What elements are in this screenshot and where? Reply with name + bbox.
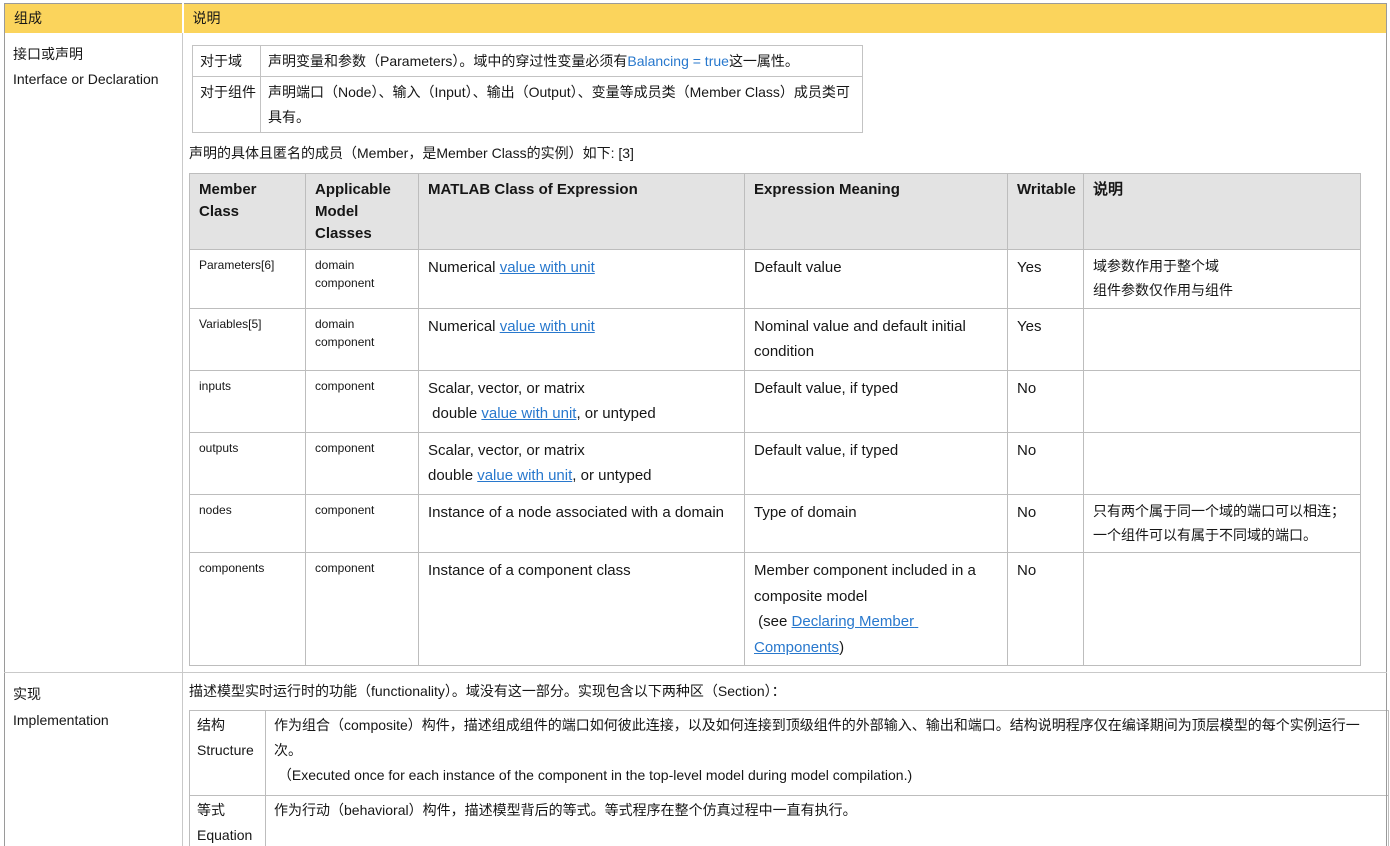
cell-note: [1083, 307, 1361, 371]
section-label-en: Equation: [197, 826, 253, 843]
cell-member-class: inputs: [189, 369, 306, 433]
section-text-equation: 作为行动（behavioral）构件，描述模型背后的等式。等式程序在整个仿真过程…: [265, 795, 1389, 846]
cell-applicable: component: [305, 369, 419, 433]
matlab-text-post: , or untyped: [572, 467, 652, 485]
col-header-member-class: Member Class: [189, 172, 306, 251]
col-header-expression-meaning: Expression Meaning: [744, 172, 1008, 251]
interface-content-cell: 对于域 声明变量和参数（Parameters）。域中的穿过性变量必须有Balan…: [183, 33, 1387, 673]
cell-member-class: Variables[5]: [189, 307, 306, 371]
cell-writable: No: [1007, 369, 1084, 433]
cell-expression-meaning: Default value, if typed: [744, 369, 1008, 433]
cell-member-class: components: [189, 552, 306, 667]
member-row-nodes: nodes component Instance of a node assoc…: [189, 493, 1361, 554]
cell-member-class: nodes: [189, 493, 306, 554]
cell-note: 只有两个属于同一个域的端口可以相连； 一个组件可以有属于不同域的端口。: [1083, 493, 1361, 554]
cell-member-class: Parameters[6]: [189, 249, 306, 309]
interface-row-title: 接口或声明 Interface or Declaration: [4, 32, 183, 673]
member-row-components: components component Instance of a compo…: [189, 552, 1361, 667]
section-row-equation: 等式 Equation 作为行动（behavioral）构件，描述模型背后的等式…: [189, 795, 1389, 846]
header-description: 说明: [181, 3, 1387, 33]
cell-applicable: domain component: [305, 307, 419, 371]
decl-label-component: 对于组件: [192, 76, 261, 133]
interface-row: 接口或声明 Interface or Declaration 对于域 声明变量和…: [4, 32, 1387, 673]
cell-matlab-class: Scalar, vector, or matrix double value w…: [418, 431, 745, 495]
section-label-equation: 等式 Equation: [189, 795, 266, 846]
interface-title-zh: 接口或声明: [13, 45, 83, 62]
implementation-row-title: 实现 Implementation: [4, 672, 183, 846]
member-row-inputs: inputs component Scalar, vector, or matr…: [189, 369, 1361, 433]
implementation-title-en: Implementation: [13, 712, 109, 729]
decl-domain-text-pre: 声明变量和参数（Parameters）。域中的穿过性变量必须有: [268, 52, 628, 69]
member-table-header-row: Member Class Applicable Model Classes MA…: [189, 172, 1361, 251]
col-header-writable: Writable: [1007, 172, 1084, 251]
cell-note: [1083, 369, 1361, 433]
cell-expression-meaning: Member component included in a composite…: [744, 552, 1008, 667]
cell-matlab-class: Instance of a component class: [418, 552, 745, 667]
cell-note: [1083, 552, 1361, 667]
header-composition: 组成: [4, 3, 183, 33]
cell-member-class: outputs: [189, 431, 306, 495]
section-label-zh: 结构: [197, 717, 225, 734]
decl-label-domain: 对于域: [192, 44, 261, 77]
member-row-outputs: outputs component Scalar, vector, or mat…: [189, 431, 1361, 495]
cell-writable: No: [1007, 493, 1084, 554]
cell-matlab-class: Numerical value with unit: [418, 307, 745, 371]
balancing-true-link[interactable]: Balancing = true: [627, 53, 729, 69]
value-with-unit-link[interactable]: value with unit: [481, 405, 576, 422]
cell-expression-meaning: Default value: [744, 249, 1008, 309]
cell-writable: Yes: [1007, 307, 1084, 371]
value-with-unit-link[interactable]: value with unit: [500, 259, 595, 276]
table-header-row: 组成 说明: [4, 3, 1387, 33]
section-row-structure: 结构 Structure 作为组合（composite）构件，描述组成组件的端口…: [189, 710, 1389, 797]
matlab-text-post: , or untyped: [576, 405, 656, 423]
cell-writable: No: [1007, 552, 1084, 667]
cell-matlab-class: Numerical value with unit: [418, 249, 745, 309]
section-label-zh: 等式: [197, 802, 225, 819]
cell-writable: Yes: [1007, 249, 1084, 309]
cell-expression-meaning: Type of domain: [744, 493, 1008, 554]
cell-applicable: component: [305, 552, 419, 667]
member-row-variables: Variables[5] domain component Numerical …: [189, 307, 1361, 371]
declaration-table: 对于域 声明变量和参数（Parameters）。域中的穿过性变量必须有Balan…: [192, 44, 863, 133]
section-table: 结构 Structure 作为组合（composite）构件，描述组成组件的端口…: [189, 710, 1389, 846]
member-row-parameters: Parameters[6] domain component Numerical…: [189, 249, 1361, 309]
composition-table: 组成 说明 接口或声明 Interface or Declaration 对于域…: [4, 3, 1389, 846]
decl-text-component: 声明端口（Node）、输入（Input）、输出（Output）、变量等成员类（M…: [260, 76, 863, 133]
decl-row-domain: 对于域 声明变量和参数（Parameters）。域中的穿过性变量必须有Balan…: [192, 44, 863, 77]
implementation-intro: 描述模型实时运行时的功能（functionality）。域没有这一部分。实现包含…: [189, 683, 786, 700]
section-label-structure: 结构 Structure: [189, 710, 266, 797]
col-header-matlab-class: MATLAB Class of Expression: [418, 172, 745, 251]
document-page: 组成 说明 接口或声明 Interface or Declaration 对于域…: [0, 0, 1390, 846]
col-header-applicable-model-classes: Applicable Model Classes: [305, 172, 419, 251]
cell-expression-meaning: Nominal value and default initial condit…: [744, 307, 1008, 371]
cell-matlab-class: Instance of a node associated with a dom…: [418, 493, 745, 554]
decl-component-text: 声明端口（Node）、输入（Input）、输出（Output）、变量等成员类（M…: [268, 84, 850, 125]
cell-expression-meaning: Default value, if typed: [744, 431, 1008, 495]
cell-note: [1083, 431, 1361, 495]
col-header-shuoming: 说明: [1083, 172, 1361, 251]
cell-writable: No: [1007, 431, 1084, 495]
implementation-row: 实现 Implementation 描述模型实时运行时的功能（functiona…: [4, 672, 1389, 846]
cell-applicable: domain component: [305, 249, 419, 309]
matlab-text-pre: Numerical: [428, 259, 500, 277]
member-class-table: Member Class Applicable Model Classes MA…: [189, 172, 1361, 667]
meaning-text-post: ): [839, 638, 845, 656]
member-note: 声明的具体且匿名的成员（Member，是Member Class的实例）如下: …: [189, 145, 634, 161]
cell-applicable: component: [305, 493, 419, 554]
decl-text-domain: 声明变量和参数（Parameters）。域中的穿过性变量必须有Balancing…: [260, 44, 863, 77]
implementation-title-zh: 实现: [13, 686, 41, 703]
value-with-unit-link[interactable]: value with unit: [477, 467, 572, 484]
implementation-content-cell: 描述模型实时运行时的功能（functionality）。域没有这一部分。实现包含…: [182, 672, 1389, 846]
cell-applicable: component: [305, 431, 419, 495]
matlab-text-pre: Numerical: [428, 317, 500, 335]
section-text-structure: 作为组合（composite）构件，描述组成组件的端口如何彼此连接，以及如何连接…: [265, 710, 1389, 797]
section-label-en: Structure: [197, 741, 254, 758]
value-with-unit-link[interactable]: value with unit: [500, 318, 595, 335]
decl-row-component: 对于组件 声明端口（Node）、输入（Input）、输出（Output）、变量等…: [192, 76, 863, 133]
decl-domain-text-post: 这一属性。: [728, 52, 799, 69]
interface-title-en: Interface or Declaration: [13, 71, 159, 88]
cell-note: 域参数作用于整个域 组件参数仅作用与组件: [1083, 249, 1361, 309]
cell-matlab-class: Scalar, vector, or matrix double value w…: [418, 369, 745, 433]
